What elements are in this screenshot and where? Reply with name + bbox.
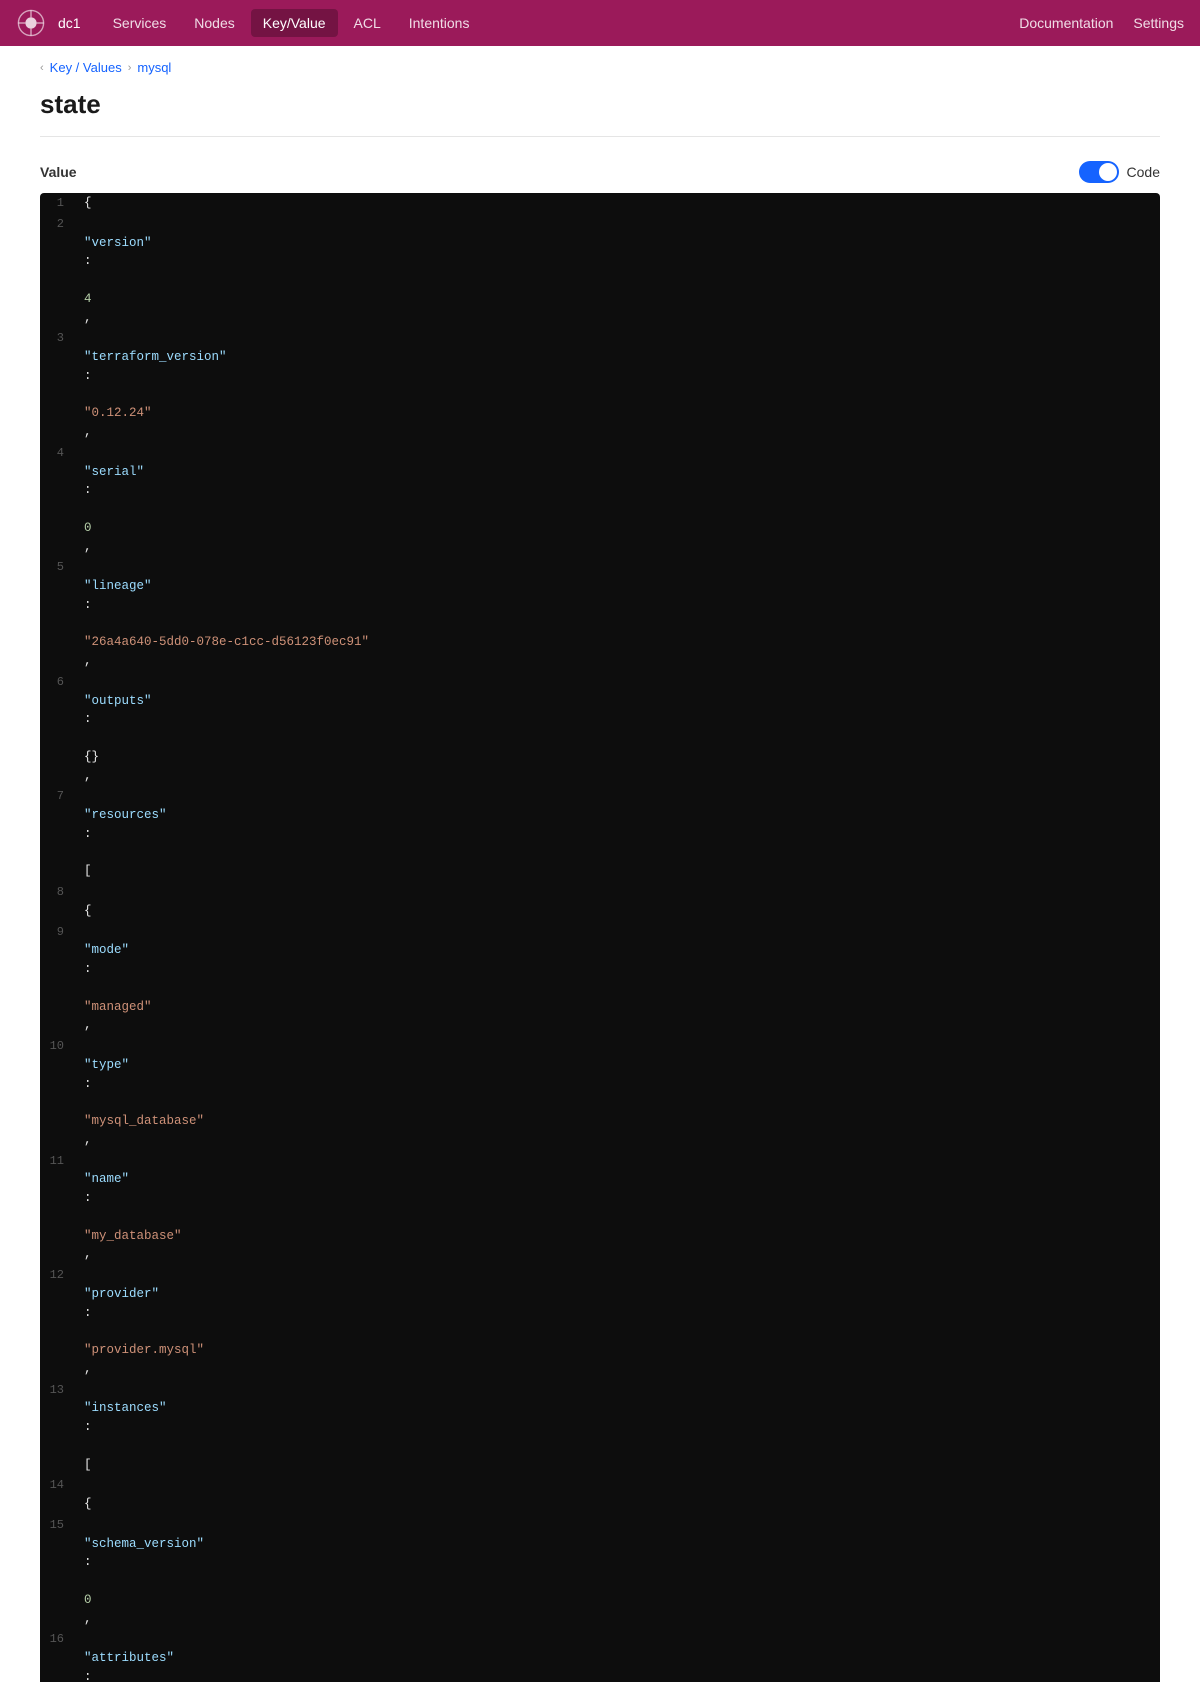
nav-documentation[interactable]: Documentation — [1019, 15, 1113, 31]
code-editor[interactable]: 1 { 2 "version": 4, 3 "terraform_version… — [40, 193, 1160, 1682]
nav-links: Services Nodes Key/Value ACL Intentions — [101, 9, 1020, 37]
nav-acl[interactable]: ACL — [342, 9, 393, 37]
code-table: 1 { 2 "version": 4, 3 "terraform_version… — [40, 193, 1160, 1682]
nav-services[interactable]: Services — [101, 9, 179, 37]
code-line: 13 "instances": [ — [40, 1380, 1160, 1476]
breadcrumb-chevron-left: ‹ — [40, 62, 44, 74]
code-toggle-label: Code — [1127, 164, 1160, 180]
code-line: 7 "resources": [ — [40, 786, 1160, 882]
nav-intentions[interactable]: Intentions — [397, 9, 482, 37]
code-line: 1 { — [40, 193, 1160, 214]
datacenter-label: dc1 — [58, 15, 81, 31]
code-toggle: Code — [1079, 161, 1160, 183]
code-line: 9 "mode": "managed", — [40, 922, 1160, 1037]
page-title: state — [40, 89, 1160, 137]
nav-keyvalue[interactable]: Key/Value — [251, 9, 338, 37]
code-line: 8 { — [40, 882, 1160, 922]
navbar: dc1 Services Nodes Key/Value ACL Intenti… — [0, 0, 1200, 46]
code-line: 3 "terraform_version": "0.12.24", — [40, 328, 1160, 443]
logo — [16, 8, 46, 38]
code-line: 6 "outputs": {}, — [40, 672, 1160, 787]
code-line: 2 "version": 4, — [40, 214, 1160, 329]
main-content: state Value Code 1 { 2 "version": 4, 3 "… — [0, 89, 1200, 1682]
code-line: 12 "provider": "provider.mysql", — [40, 1265, 1160, 1380]
breadcrumb-mysql[interactable]: mysql — [137, 60, 171, 75]
breadcrumb-keyvalues[interactable]: Key / Values — [50, 60, 122, 75]
breadcrumb: ‹ Key / Values › mysql — [0, 46, 1200, 89]
code-line: 4 "serial": 0, — [40, 443, 1160, 558]
nav-nodes[interactable]: Nodes — [182, 9, 246, 37]
code-line: 5 "lineage": "26a4a640-5dd0-078e-c1cc-d5… — [40, 557, 1160, 672]
code-line: 11 "name": "my_database", — [40, 1151, 1160, 1266]
nav-settings[interactable]: Settings — [1133, 15, 1184, 31]
nav-right: Documentation Settings — [1019, 15, 1184, 31]
code-line: 15 "schema_version": 0, — [40, 1515, 1160, 1630]
value-header: Value Code — [40, 161, 1160, 183]
code-line: 16 "attributes": { — [40, 1629, 1160, 1682]
code-line: 10 "type": "mysql_database", — [40, 1036, 1160, 1151]
value-section: Value Code 1 { 2 "version": 4, 3 "terraf… — [40, 161, 1160, 1682]
code-line: 14 { — [40, 1475, 1160, 1515]
value-label: Value — [40, 164, 77, 180]
breadcrumb-sep: › — [128, 62, 132, 74]
code-toggle-switch[interactable] — [1079, 161, 1119, 183]
toggle-knob — [1099, 163, 1117, 181]
